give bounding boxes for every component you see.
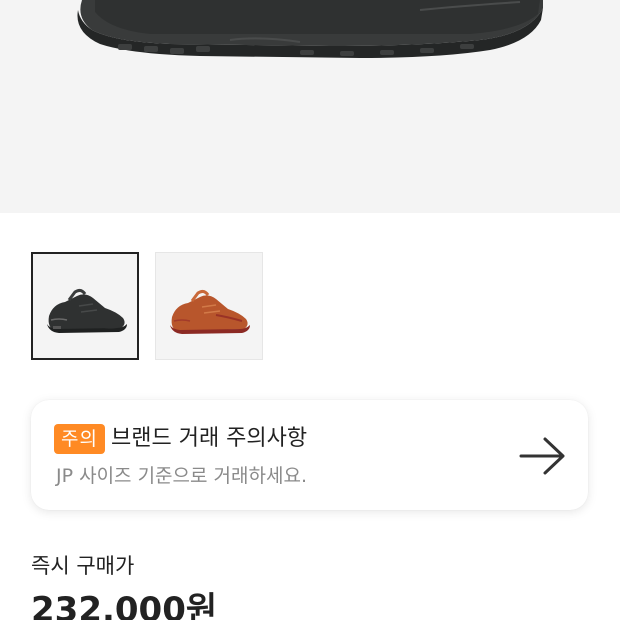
thumbnail-orange-colorway[interactable]: [155, 252, 263, 360]
caution-badge: 주의: [54, 424, 105, 454]
orange-sneaker-thumbnail: [170, 289, 250, 334]
black-sneaker-thumbnail: [47, 288, 127, 333]
brand-trade-notice-card[interactable]: 주의 브랜드 거래 주의사항 JP 사이즈 기준으로 거래하세요.: [31, 400, 588, 510]
black-sneaker-image: [77, 0, 543, 58]
product-page: 주의 브랜드 거래 주의사항 JP 사이즈 기준으로 거래하세요. 즉시 구매가…: [0, 0, 620, 620]
product-hero-image[interactable]: [0, 0, 620, 213]
notice-title: 브랜드 거래 주의사항: [111, 426, 308, 451]
thumbnail-black-colorway[interactable]: [31, 252, 139, 360]
instant-buy-price-label: 즉시 구매가: [31, 554, 135, 578]
arrow-right-icon[interactable]: [517, 436, 569, 476]
notice-description: JP 사이즈 기준으로 거래하세요.: [56, 465, 307, 487]
instant-buy-price-value: 232,000원: [31, 590, 218, 620]
